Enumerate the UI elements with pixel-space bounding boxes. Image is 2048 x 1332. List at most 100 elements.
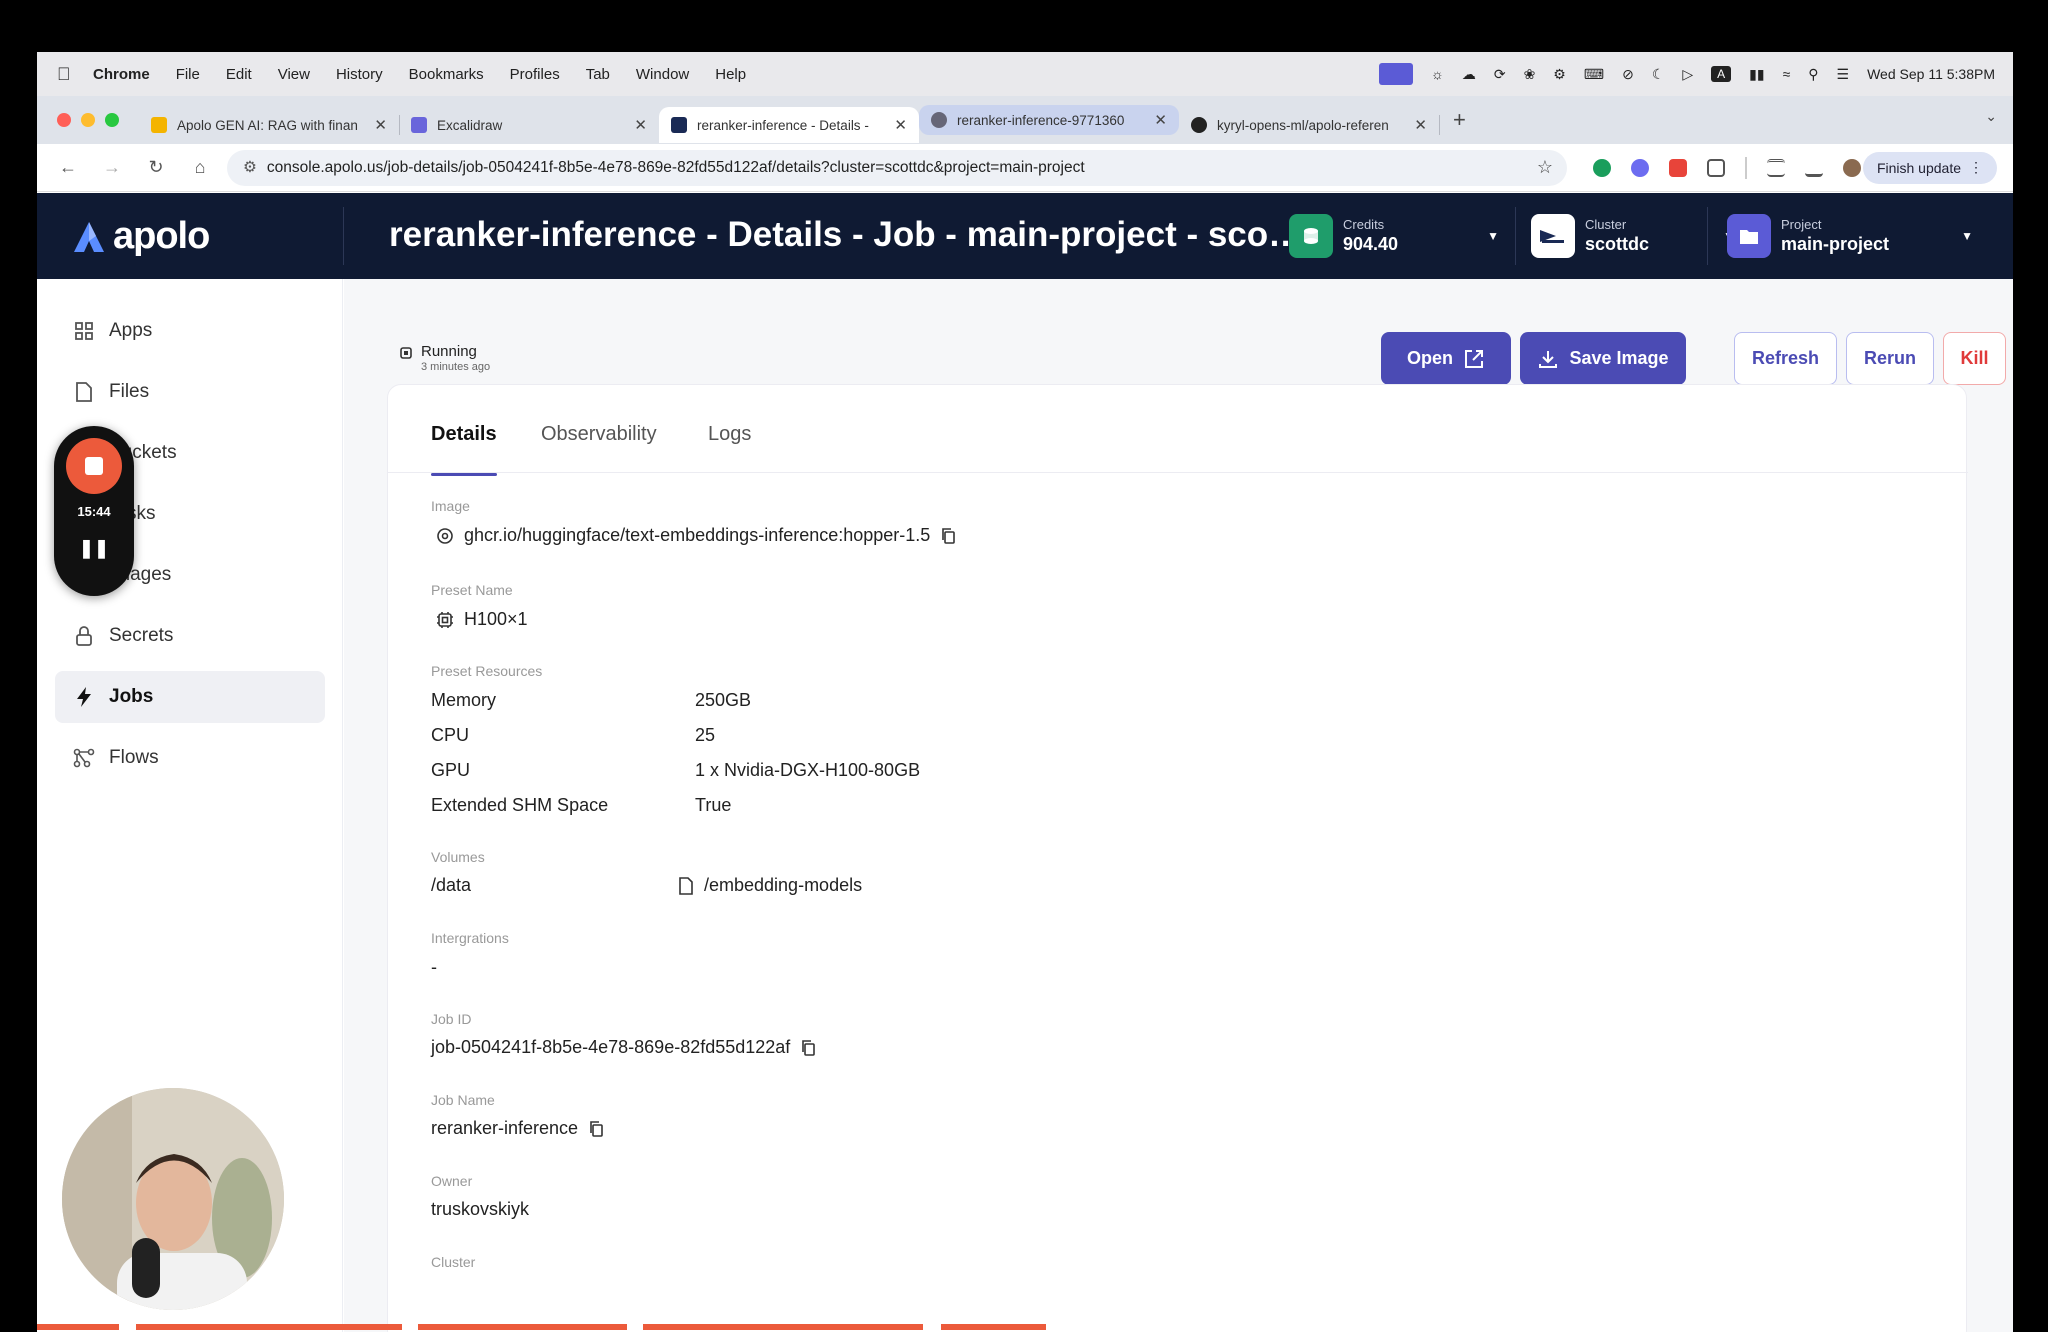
weather-icon[interactable]: ☁: [1462, 66, 1476, 83]
finish-update-label: Finish update: [1876, 159, 1961, 176]
kill-button[interactable]: Kill: [1943, 332, 2006, 385]
url-text[interactable]: console.apolo.us/job-details/job-0504241…: [267, 159, 1085, 177]
tab-logs[interactable]: Logs: [708, 423, 751, 446]
project-selector[interactable]: Project main-project ▼: [1727, 211, 1973, 261]
menu-app-name[interactable]: Chrome: [93, 66, 150, 83]
back-icon[interactable]: ←: [55, 157, 81, 178]
apolo-logo[interactable]: apolo: [71, 215, 210, 258]
tab-title: reranker-inference - Details -: [697, 117, 869, 133]
copy-icon[interactable]: [588, 1120, 604, 1138]
menubar-datetime[interactable]: Wed Sep 11 5:38PM: [1867, 66, 1995, 82]
cluster-selector[interactable]: Cluster scottdc ▼: [1495, 211, 1735, 261]
apple-menu-icon[interactable]: : [57, 64, 77, 84]
menu-window[interactable]: Window: [636, 66, 689, 83]
screen-share-icon[interactable]: [1378, 63, 1413, 85]
sidebar-item-jobs[interactable]: Jobs: [55, 671, 325, 723]
external-link-icon: [1465, 349, 1483, 368]
stop-recording-button[interactable]: [66, 438, 122, 494]
focus-icon[interactable]: ⊘: [1622, 66, 1634, 83]
minimize-window-button[interactable]: [81, 113, 95, 127]
menu-file[interactable]: File: [176, 66, 200, 83]
sidebar-item-apps[interactable]: Apps: [55, 305, 325, 357]
resource-key: Memory: [431, 690, 497, 710]
tab-observability[interactable]: Observability: [541, 423, 657, 446]
shield-icon[interactable]: [1669, 158, 1687, 177]
battery-icon[interactable]: ▮▮: [1749, 66, 1764, 83]
spotlight-icon[interactable]: ⚲: [1808, 66, 1818, 83]
finish-update-button[interactable]: Finish update ⋮: [1862, 151, 1997, 184]
copy-icon[interactable]: [940, 527, 956, 545]
home-icon[interactable]: ⌂: [187, 157, 213, 178]
volume-path[interactable]: /embedding-models: [704, 875, 862, 896]
tab-title: Excalidraw: [437, 117, 503, 133]
control-center-icon[interactable]: ☰: [1837, 66, 1850, 83]
pause-icon[interactable]: ❚❚: [54, 538, 134, 559]
menu-view[interactable]: View: [278, 66, 310, 83]
openai-icon[interactable]: ❀: [1524, 66, 1536, 83]
tab-details[interactable]: Details: [431, 423, 497, 476]
new-tab-icon[interactable]: +: [1453, 107, 1466, 133]
image-value: ghcr.io/huggingface/text-embeddings-infe…: [464, 525, 931, 545]
project-dropdown-icon[interactable]: ▼: [1961, 229, 1973, 243]
close-tab-icon[interactable]: ✕: [634, 116, 647, 134]
menu-help[interactable]: Help: [715, 66, 746, 83]
browser-tab[interactable]: Apolo GEN AI: RAG with finan ✕: [139, 107, 400, 143]
sidebar-item-files[interactable]: Files: [55, 366, 325, 418]
tab-title: reranker-inference-9771360: [957, 112, 1125, 128]
browser-tab[interactable]: kyryl-opens-ml/apolo-referen ✕: [1179, 107, 1440, 143]
reload-icon[interactable]: ↻: [143, 157, 169, 178]
box-icon[interactable]: ⚙: [1553, 66, 1566, 83]
wifi-icon[interactable]: ≈: [1783, 66, 1791, 82]
profile-avatar-icon[interactable]: [1843, 158, 1861, 177]
brightness-icon[interactable]: ☼: [1431, 66, 1444, 82]
moon-icon[interactable]: ☾: [1652, 66, 1665, 83]
browser-tab[interactable]: reranker-inference-9771360 ✕: [919, 105, 1179, 135]
menu-tab[interactable]: Tab: [586, 66, 610, 83]
zoom-window-button[interactable]: [105, 113, 119, 127]
credits-selector[interactable]: Credits 904.40 ▼: [1289, 211, 1499, 261]
resource-value: 25: [695, 725, 716, 745]
close-tab-icon[interactable]: ✕: [1414, 116, 1427, 134]
menu-history[interactable]: History: [336, 66, 383, 83]
sync-icon[interactable]: ⟳: [1494, 66, 1506, 83]
browser-tab[interactable]: Excalidraw ✕: [399, 107, 659, 143]
open-button[interactable]: Open: [1381, 332, 1511, 385]
sidebar-item-flows[interactable]: Flows: [55, 732, 325, 784]
menu-profiles[interactable]: Profiles: [510, 66, 560, 83]
close-window-button[interactable]: [57, 113, 71, 127]
address-bar[interactable]: ⚙ console.apolo.us/job-details/job-05042…: [227, 149, 1567, 186]
keyboard-icon[interactable]: ⌨: [1584, 66, 1604, 83]
close-tab-icon[interactable]: ✕: [894, 116, 907, 134]
grammarly-icon[interactable]: [1593, 158, 1611, 177]
preset-name-row: H100×1: [436, 609, 528, 630]
copy-icon[interactable]: [800, 1039, 816, 1057]
sidebar-item-secrets[interactable]: Secrets: [55, 610, 325, 662]
owner-value: truskovskiyk: [431, 1199, 530, 1219]
close-tab-icon[interactable]: ✕: [374, 116, 387, 134]
forward-icon[interactable]: →: [99, 157, 125, 178]
play-icon[interactable]: ▷: [1682, 66, 1693, 83]
image-value-row: ghcr.io/huggingface/text-embeddings-infe…: [436, 525, 956, 546]
rerun-button[interactable]: Rerun: [1846, 332, 1934, 385]
reading-list-icon[interactable]: [1767, 158, 1785, 177]
bookmark-star-icon[interactable]: ☆: [1537, 157, 1553, 178]
tab-search-chevron-icon[interactable]: ⌄: [1985, 108, 1997, 125]
menu-bookmarks[interactable]: Bookmarks: [409, 66, 484, 83]
site-info-icon[interactable]: ⚙: [243, 158, 257, 177]
save-image-button[interactable]: Save Image: [1520, 332, 1686, 385]
download-icon[interactable]: [1805, 159, 1823, 177]
extension-gear-icon[interactable]: [1631, 158, 1649, 177]
project-value: main-project: [1781, 234, 1890, 254]
puzzle-icon[interactable]: [1707, 158, 1725, 177]
image-disc-icon: [437, 527, 453, 544]
chip-status-icon: [400, 347, 412, 359]
browser-tab-strip: Apolo GEN AI: RAG with finan ✕ Excalidra…: [37, 96, 2013, 144]
menu-edit[interactable]: Edit: [226, 66, 252, 83]
volume-mount: /data: [431, 875, 472, 895]
refresh-button[interactable]: Refresh: [1734, 332, 1837, 385]
browser-tab-active[interactable]: reranker-inference - Details - ✕: [659, 107, 919, 143]
input-source-icon[interactable]: A: [1711, 66, 1732, 82]
kebab-menu-icon[interactable]: ⋮: [1969, 159, 1983, 176]
close-tab-icon[interactable]: ✕: [1154, 111, 1167, 129]
extensions-area: [1593, 156, 1861, 179]
